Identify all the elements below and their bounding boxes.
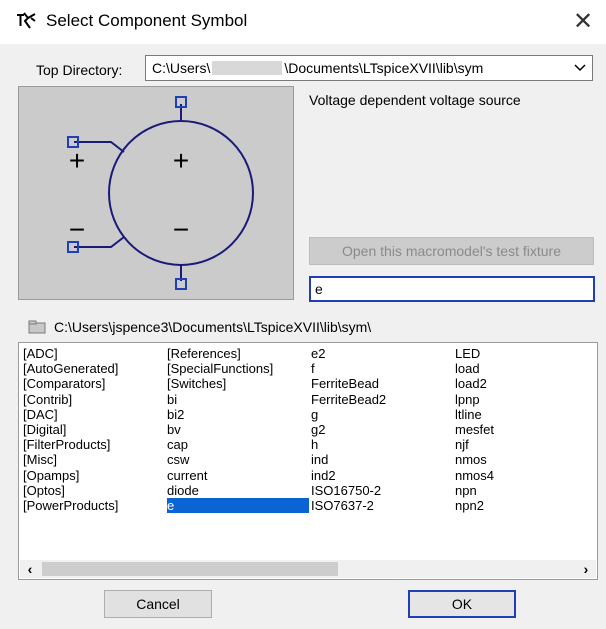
symbol-description: Voltage dependent voltage source: [309, 92, 521, 108]
list-item[interactable]: current: [167, 468, 309, 483]
list-item[interactable]: ltline: [455, 407, 494, 422]
list-item[interactable]: g: [311, 407, 386, 422]
list-item[interactable]: [SpecialFunctions]: [167, 361, 309, 376]
chevron-right-icon[interactable]: ›: [576, 560, 596, 578]
folder-icon: [28, 320, 46, 334]
redacted-username: [212, 61, 283, 75]
list-item[interactable]: [ADC]: [23, 346, 118, 361]
current-path: C:\Users\jspence3\Documents\LTspiceXVII\…: [54, 319, 372, 335]
list-item[interactable]: npn: [455, 483, 494, 498]
list-item[interactable]: nmos: [455, 452, 494, 467]
list-item[interactable]: bi: [167, 392, 309, 407]
list-item[interactable]: f: [311, 361, 386, 376]
open-test-fixture-button[interactable]: Open this macromodel's test fixture: [309, 237, 594, 265]
cancel-button[interactable]: Cancel: [104, 590, 212, 618]
list-item[interactable]: [PowerProducts]: [23, 498, 118, 513]
list-item[interactable]: [Switches]: [167, 376, 309, 391]
list-item[interactable]: [Comparators]: [23, 376, 118, 391]
list-item[interactable]: [References]: [167, 346, 309, 361]
list-column: e2 f FerriteBead FerriteBead2 g g2 h ind ind2 ISO…: [311, 346, 386, 513]
list-item[interactable]: [AutoGenerated]: [23, 361, 118, 376]
list-item[interactable]: cap: [167, 437, 309, 452]
minus-sign: −: [173, 214, 189, 245]
voltage-source-symbol: + − + −: [67, 96, 254, 290]
top-directory-select[interactable]: C:\Users\ \Documents\LTspiceXVII\lib\sym: [145, 55, 593, 81]
list-item[interactable]: g2: [311, 422, 386, 437]
list-column: [References] [SpecialFunctions] [Switches]…: [167, 346, 309, 514]
list-item[interactable]: nmos4: [455, 468, 494, 483]
list-item[interactable]: load: [455, 361, 494, 376]
scrollbar-thumb[interactable]: [42, 562, 338, 576]
list-item[interactable]: mesfet: [455, 422, 494, 437]
list-item[interactable]: [Digital]: [23, 422, 118, 437]
list-item[interactable]: load2: [455, 376, 494, 391]
list-column: LED load load2 lpnp ltline mesfet njf nmos nmos4…: [455, 346, 494, 513]
list-item[interactable]: npn2: [455, 498, 494, 513]
plus-sign: +: [69, 145, 85, 176]
horizontal-scrollbar[interactable]: ‹ ›: [20, 560, 596, 578]
list-item[interactable]: ind2: [311, 468, 386, 483]
plus-sign: +: [173, 145, 189, 176]
title-bar: Select Component Symbol ✕: [0, 0, 606, 42]
ltspice-component-icon: [17, 12, 36, 29]
symbol-search-input[interactable]: e: [309, 276, 595, 302]
chevron-down-icon[interactable]: [574, 63, 586, 73]
list-item[interactable]: [Misc]: [23, 452, 118, 467]
list-item[interactable]: ISO7637-2: [311, 498, 386, 513]
list-item[interactable]: [Contrib]: [23, 392, 118, 407]
list-item[interactable]: bv: [167, 422, 309, 437]
list-item[interactable]: [DAC]: [23, 407, 118, 422]
list-item[interactable]: ind: [311, 452, 386, 467]
top-directory-label: Top Directory:: [36, 62, 123, 78]
symbol-preview: + − + −: [18, 86, 294, 300]
list-item[interactable]: FerriteBead2: [311, 392, 386, 407]
list-item[interactable]: njf: [455, 437, 494, 452]
list-item[interactable]: [Opamps]: [23, 468, 118, 483]
list-item[interactable]: LED: [455, 346, 494, 361]
list-item[interactable]: [Optos]: [23, 483, 118, 498]
list-item[interactable]: e2: [311, 346, 386, 361]
ok-button[interactable]: OK: [408, 590, 516, 618]
list-item[interactable]: FerriteBead: [311, 376, 386, 391]
list-item[interactable]: lpnp: [455, 392, 494, 407]
symbol-list[interactable]: [ADC] [AutoGenerated] [Comparators] [Contri…: [18, 342, 598, 580]
list-item[interactable]: e: [167, 498, 309, 514]
list-item[interactable]: bi2: [167, 407, 309, 422]
list-item[interactable]: csw: [167, 452, 309, 467]
list-item[interactable]: ISO16750-2: [311, 483, 386, 498]
top-directory-value: C:\Users\ \Documents\LTspiceXVII\lib\sym: [152, 60, 484, 76]
list-item[interactable]: diode: [167, 483, 309, 498]
list-item[interactable]: h: [311, 437, 386, 452]
list-column: [ADC] [AutoGenerated] [Comparators] [Contri…: [23, 346, 118, 513]
window-title: Select Component Symbol: [46, 11, 248, 30]
minus-sign: −: [69, 214, 85, 245]
chevron-left-icon[interactable]: ‹: [20, 560, 40, 578]
close-button[interactable]: ✕: [560, 0, 606, 42]
list-item[interactable]: [FilterProducts]: [23, 437, 118, 452]
